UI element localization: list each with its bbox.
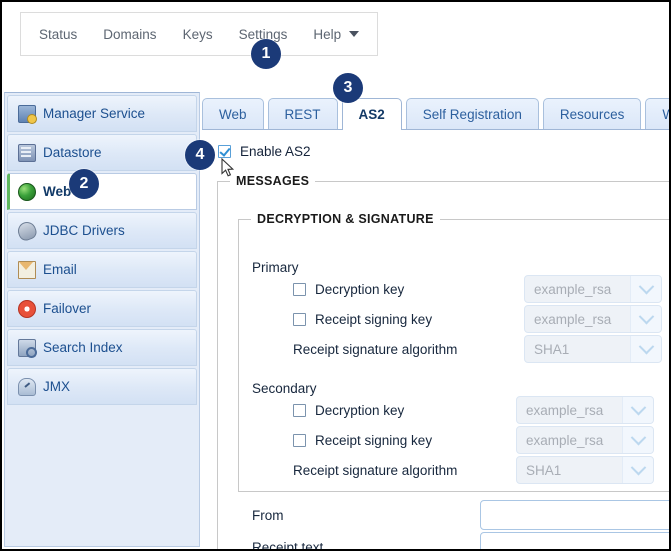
sidebar-item-email[interactable]: Email	[7, 251, 197, 288]
menu-item-keys[interactable]: Keys	[183, 27, 213, 42]
secondary-title: Secondary	[252, 381, 317, 396]
primary-receipt-signing-key-value: example_rsa	[534, 311, 612, 327]
primary-receipt-signing-key-label: Receipt signing key	[315, 312, 433, 327]
secondary-receipt-signing-key-row: Receipt signing key	[293, 433, 432, 448]
settings-sidebar: Manager Service Datastore Web JDBC Drive…	[4, 92, 200, 547]
primary-receipt-signing-key-row: Receipt signing key	[293, 312, 432, 327]
sidebar-item-jdbc-drivers[interactable]: JDBC Drivers	[7, 212, 197, 249]
app-window: Status Domains Keys Settings Help Manage…	[0, 0, 671, 551]
chevron-down-icon[interactable]	[622, 397, 653, 423]
decryption-signature-group-legend: DECRYPTION & SIGNATURE	[257, 212, 434, 226]
chevron-down-icon[interactable]	[630, 336, 661, 362]
sidebar-item-failover[interactable]: Failover	[7, 290, 197, 327]
enable-as2-row: Enable AS2	[218, 144, 311, 159]
menu-item-status[interactable]: Status	[39, 27, 77, 42]
secondary-receipt-signing-key-label: Receipt signing key	[315, 433, 433, 448]
callout-badge-2: 2	[69, 169, 99, 199]
chevron-down-icon[interactable]	[622, 427, 653, 453]
sidebar-item-label: Failover	[43, 301, 92, 316]
tab-self-registration[interactable]: Self Registration	[405, 98, 539, 129]
jmx-icon	[18, 377, 36, 396]
callout-badge-3: 3	[333, 73, 363, 103]
tab-as2[interactable]: AS2	[341, 98, 402, 130]
sidebar-item-web[interactable]: Web	[7, 173, 197, 210]
primary-receipt-signature-algorithm-label: Receipt signature algorithm	[293, 342, 458, 357]
manager-service-icon	[18, 104, 37, 124]
enable-as2-checkbox[interactable]	[218, 145, 231, 158]
primary-decryption-key-label: Decryption key	[315, 282, 405, 297]
sidebar-item-label: JMX	[43, 379, 70, 394]
primary-decryption-key-checkbox[interactable]	[293, 283, 306, 296]
primary-title: Primary	[252, 260, 299, 275]
search-index-icon	[18, 338, 37, 358]
receipt-text-input[interactable]	[480, 532, 671, 551]
menu-item-help[interactable]: Help	[313, 27, 341, 42]
content-panel: Web REST AS2 Self Registration Resources…	[202, 88, 671, 551]
sidebar-item-label: Manager Service	[43, 106, 146, 121]
primary-receipt-signature-algorithm-value: SHA1	[534, 341, 570, 357]
primary-receipt-signature-algorithm-row: Receipt signature algorithm	[293, 342, 457, 357]
secondary-decryption-key-label: Decryption key	[315, 403, 405, 418]
from-label-text: From	[252, 508, 284, 523]
callout-badge-1: 1	[251, 39, 281, 69]
receipt-text-label: Receipt text	[252, 540, 323, 551]
sidebar-item-datastore[interactable]: Datastore	[7, 134, 197, 171]
sidebar-item-label: Datastore	[43, 145, 102, 160]
tab-web-documentation[interactable]: Web Docu	[645, 98, 671, 129]
sidebar-item-label: Web	[43, 184, 72, 199]
secondary-receipt-signature-algorithm-select[interactable]: SHA1	[516, 456, 654, 484]
secondary-receipt-signature-algorithm-value: SHA1	[526, 462, 562, 478]
secondary-receipt-signing-key-value: example_rsa	[526, 432, 604, 448]
menu-item-domains[interactable]: Domains	[103, 27, 156, 42]
sidebar-item-jmx[interactable]: JMX	[7, 368, 197, 405]
tab-bar: Web REST AS2 Self Registration Resources…	[202, 96, 671, 130]
callout-badge-4: 4	[185, 140, 215, 170]
chevron-down-icon[interactable]	[630, 306, 661, 332]
secondary-receipt-signing-key-select[interactable]: example_rsa	[516, 426, 654, 454]
primary-decryption-key-value: example_rsa	[534, 281, 612, 297]
secondary-decryption-key-select[interactable]: example_rsa	[516, 396, 654, 424]
tab-rest[interactable]: REST	[267, 98, 338, 129]
menu-item-help-label: Help	[313, 26, 342, 42]
primary-decryption-key-select[interactable]: example_rsa	[524, 275, 662, 303]
from-input[interactable]	[480, 500, 671, 530]
sidebar-item-label: Email	[43, 262, 77, 277]
chevron-down-icon[interactable]	[349, 31, 360, 37]
sidebar-item-label: JDBC Drivers	[43, 223, 125, 238]
tab-resources[interactable]: Resources	[542, 98, 642, 129]
primary-receipt-signing-key-select[interactable]: example_rsa	[524, 305, 662, 333]
datastore-icon	[18, 143, 36, 162]
chevron-down-icon[interactable]	[630, 276, 661, 302]
primary-receipt-signing-key-checkbox[interactable]	[293, 313, 306, 326]
tab-web[interactable]: Web	[202, 98, 264, 129]
secondary-receipt-signing-key-checkbox[interactable]	[293, 434, 306, 447]
sidebar-item-manager-service[interactable]: Manager Service	[7, 95, 197, 132]
failover-icon	[18, 299, 36, 318]
receipt-text-label-text: Receipt text	[252, 540, 324, 551]
web-globe-icon	[18, 182, 36, 201]
jdbc-drivers-icon	[15, 218, 39, 243]
secondary-decryption-key-value: example_rsa	[526, 402, 604, 418]
primary-decryption-key-row: Decryption key	[293, 282, 404, 297]
email-icon	[18, 260, 36, 279]
secondary-receipt-signature-algorithm-row: Receipt signature algorithm	[293, 463, 457, 478]
sidebar-item-search-index[interactable]: Search Index	[7, 329, 197, 366]
enable-as2-label: Enable AS2	[240, 144, 311, 159]
secondary-receipt-signature-algorithm-label: Receipt signature algorithm	[293, 463, 458, 478]
secondary-decryption-key-checkbox[interactable]	[293, 404, 306, 417]
secondary-decryption-key-row: Decryption key	[293, 403, 404, 418]
from-label: From	[252, 508, 284, 523]
main-menu-bar: Status Domains Keys Settings Help	[20, 12, 378, 56]
messages-group-legend: MESSAGES	[236, 174, 310, 188]
chevron-down-icon[interactable]	[622, 457, 653, 483]
primary-receipt-signature-algorithm-select[interactable]: SHA1	[524, 335, 662, 363]
sidebar-item-label: Search Index	[43, 340, 123, 355]
